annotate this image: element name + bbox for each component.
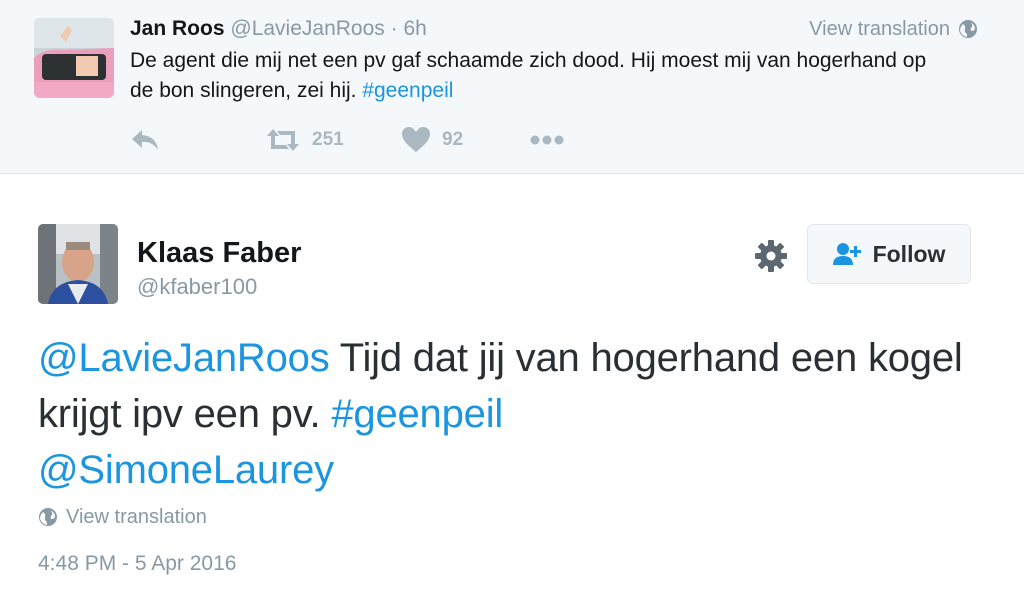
gear-icon — [755, 240, 787, 272]
separator: · — [390, 17, 398, 40]
view-translation-label: View translation — [66, 506, 207, 528]
view-translation-link[interactable]: View translation — [38, 504, 207, 530]
view-translation-link[interactable]: View translation — [809, 16, 978, 42]
mention-link[interactable]: @SimoneLaurey — [38, 448, 334, 492]
globe-icon — [39, 508, 57, 526]
heart-icon — [402, 127, 430, 152]
like-count: 92 — [442, 129, 464, 150]
author-name[interactable]: Klaas Faber — [137, 236, 301, 270]
follow-label: Follow — [872, 240, 946, 267]
reply-tweet-text: De agent die mij net een pv gaf schaamde… — [130, 46, 950, 106]
reply-tweet-header: Jan Roos @LavieJanRoos · 6h — [130, 16, 427, 42]
reply-tweet[interactable]: Jan Roos @LavieJanRoos · 6h View transla… — [0, 0, 1024, 174]
avatar-image — [38, 224, 118, 304]
retweet-count: 251 — [312, 129, 344, 150]
author-handle[interactable]: @LavieJanRoos — [230, 17, 384, 40]
mention-link[interactable]: @LavieJanRoos — [38, 336, 330, 380]
more-button[interactable] — [530, 122, 564, 158]
reply-icon — [132, 130, 158, 150]
tweet-time[interactable]: 6h — [403, 17, 426, 40]
tweet-timestamp[interactable]: 4:48 PM - 5 Apr 2016 — [38, 550, 236, 578]
retweet-button[interactable]: 251 — [266, 122, 344, 158]
hashtag-link[interactable]: #geenpeil — [362, 79, 453, 102]
avatar[interactable] — [34, 18, 114, 98]
follow-button[interactable]: Follow — [807, 224, 971, 284]
like-button[interactable]: 92 — [402, 122, 463, 158]
reply-button[interactable] — [130, 122, 160, 158]
avatar[interactable] — [38, 224, 118, 304]
globe-icon — [959, 20, 977, 38]
author-handle[interactable]: @kfaber100 — [137, 273, 257, 301]
tweet-text: @LavieJanRoos Tijd dat jij van hogerhand… — [38, 330, 998, 498]
tweet-actions: 251 92 — [130, 122, 610, 158]
settings-button[interactable] — [754, 239, 788, 273]
view-translation-label: View translation — [809, 18, 950, 40]
avatar-image — [34, 18, 114, 98]
tweet-text: De agent die mij net een pv gaf schaamde… — [130, 49, 927, 102]
hashtag-link[interactable]: #geenpeil — [331, 392, 503, 436]
more-icon — [530, 135, 564, 145]
follow-user-icon — [832, 243, 861, 265]
author-name[interactable]: Jan Roos — [130, 17, 225, 40]
retweet-icon — [267, 129, 299, 151]
